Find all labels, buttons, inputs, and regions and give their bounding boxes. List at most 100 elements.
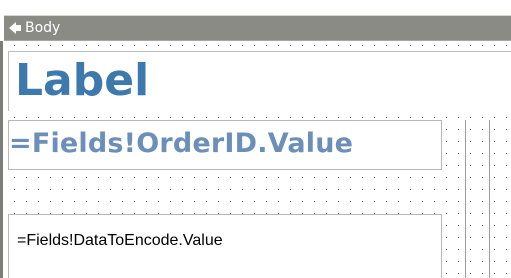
grid-dot xyxy=(182,189,183,190)
grid-dot xyxy=(422,177,423,178)
grid-dot xyxy=(458,45,459,46)
grid-dot xyxy=(374,189,375,190)
grid-dot xyxy=(470,177,471,178)
grid-dot xyxy=(146,45,147,46)
grid-dot xyxy=(494,141,495,142)
collapse-arrow-icon[interactable] xyxy=(8,21,22,35)
grid-dot xyxy=(146,117,147,118)
grid-dot xyxy=(458,117,459,118)
grid-dot xyxy=(266,45,267,46)
grid-dot xyxy=(482,261,483,262)
grid-dot xyxy=(290,45,291,46)
grid-dot xyxy=(458,237,459,238)
grid-dot xyxy=(494,117,495,118)
grid-dot xyxy=(506,225,507,226)
grid-dot xyxy=(434,117,435,118)
grid-dot xyxy=(446,177,447,178)
grid-dot xyxy=(314,177,315,178)
grid-dot xyxy=(458,201,459,202)
grid-dot xyxy=(254,117,255,118)
grid-dot xyxy=(494,45,495,46)
grid-dot xyxy=(86,177,87,178)
grid-dot xyxy=(38,189,39,190)
grid-dot xyxy=(278,177,279,178)
grid-dot xyxy=(470,153,471,154)
grid-dot xyxy=(14,45,15,46)
grid-dot xyxy=(374,117,375,118)
grid-dot xyxy=(182,201,183,202)
grid-dot xyxy=(206,177,207,178)
label-text: Label xyxy=(15,55,150,106)
grid-dot xyxy=(242,201,243,202)
grid-dot xyxy=(446,153,447,154)
grid-dot xyxy=(290,189,291,190)
grid-dot xyxy=(182,45,183,46)
label-textbox[interactable]: Label xyxy=(8,51,511,111)
grid-dot xyxy=(266,177,267,178)
grid-dot xyxy=(506,261,507,262)
grid-dot xyxy=(242,45,243,46)
grid-dot xyxy=(74,189,75,190)
grid-dot xyxy=(386,45,387,46)
grid-dot xyxy=(470,165,471,166)
grid-dot xyxy=(134,117,135,118)
section-header-body[interactable]: Body xyxy=(4,15,511,41)
grid-dot xyxy=(62,117,63,118)
grid-dot xyxy=(98,45,99,46)
grid-dot xyxy=(254,177,255,178)
grid-dot xyxy=(206,189,207,190)
grid-dot xyxy=(482,117,483,118)
grid-dot xyxy=(482,273,483,274)
grid-dot xyxy=(362,189,363,190)
grid-dot xyxy=(494,213,495,214)
grid-dot xyxy=(338,117,339,118)
grid-dot xyxy=(458,177,459,178)
grid-dot xyxy=(446,165,447,166)
design-surface[interactable]: Label =Fields!OrderID.Value =Fields!Data… xyxy=(0,41,511,278)
grid-dot xyxy=(326,189,327,190)
grid-dot xyxy=(446,129,447,130)
grid-dot xyxy=(194,201,195,202)
grid-dot xyxy=(446,213,447,214)
grid-dot xyxy=(98,201,99,202)
grid-dot xyxy=(86,117,87,118)
grid-dot xyxy=(170,189,171,190)
grid-dot xyxy=(146,177,147,178)
grid-dot xyxy=(482,189,483,190)
grid-dot xyxy=(506,117,507,118)
data-to-encode-textbox[interactable]: =Fields!DataToEncode.Value xyxy=(8,214,442,278)
grid-dot xyxy=(62,177,63,178)
grid-dot xyxy=(410,177,411,178)
grid-dot xyxy=(494,177,495,178)
orderid-textbox[interactable]: =Fields!OrderID.Value xyxy=(8,120,442,170)
grid-dot xyxy=(506,213,507,214)
section-title: Body xyxy=(25,20,61,36)
grid-dot xyxy=(14,201,15,202)
grid-dot xyxy=(134,177,135,178)
grid-dot xyxy=(362,45,363,46)
grid-dot xyxy=(434,177,435,178)
grid-dot xyxy=(86,201,87,202)
grid-dot xyxy=(470,249,471,250)
grid-dot xyxy=(410,45,411,46)
grid-dot xyxy=(110,45,111,46)
grid-dot xyxy=(266,201,267,202)
grid-dot xyxy=(230,201,231,202)
grid-dot xyxy=(302,45,303,46)
grid-dot xyxy=(218,117,219,118)
grid-dot xyxy=(242,177,243,178)
grid-dot xyxy=(482,129,483,130)
grid-dot xyxy=(26,177,27,178)
grid-dot xyxy=(338,45,339,46)
grid-dot xyxy=(494,249,495,250)
grid-dot xyxy=(170,201,171,202)
grid-dot xyxy=(74,117,75,118)
grid-dot xyxy=(494,189,495,190)
grid-dot xyxy=(398,177,399,178)
grid-dot xyxy=(98,117,99,118)
grid-dot xyxy=(278,189,279,190)
grid-dot xyxy=(110,117,111,118)
grid-dot xyxy=(458,129,459,130)
grid-dot xyxy=(218,189,219,190)
grid-dot xyxy=(470,273,471,274)
